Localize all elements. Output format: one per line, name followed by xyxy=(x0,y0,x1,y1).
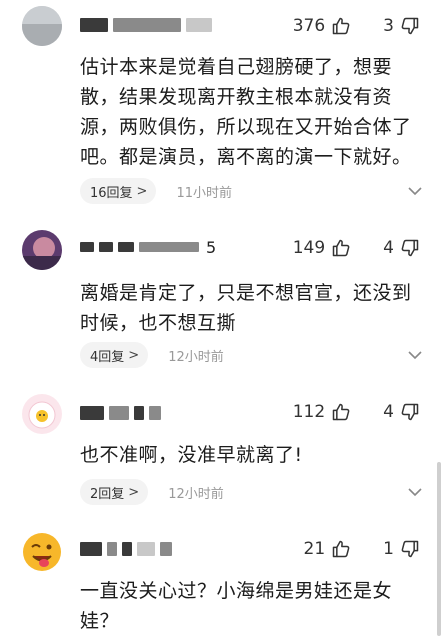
chevron-right-icon: > xyxy=(136,183,148,199)
chevron-down-icon[interactable] xyxy=(408,487,422,497)
like-count: 376 xyxy=(292,16,326,36)
replies-label: 16回复 xyxy=(90,185,133,201)
chevron-down-icon[interactable] xyxy=(408,350,422,360)
comment-text: 也不准啊，没准早就离了! xyxy=(80,444,303,466)
username-mask xyxy=(137,542,155,556)
avatar-image xyxy=(22,394,62,434)
comment-meta: 2回复 > 12小时前 xyxy=(80,479,422,505)
comment-stats: 21 1 xyxy=(304,537,422,561)
username-mask xyxy=(107,542,117,556)
username-mask xyxy=(139,242,199,252)
dislike-count: 1 xyxy=(383,539,394,559)
thumbs-up-icon[interactable] xyxy=(329,537,353,561)
avatar-image xyxy=(22,230,62,270)
comment-meta: 4回复 > 12小时前 xyxy=(80,342,422,368)
username-mask xyxy=(122,542,132,556)
avatar[interactable] xyxy=(22,394,62,434)
username-mask xyxy=(80,406,104,420)
username-mask xyxy=(113,18,181,32)
avatar[interactable] xyxy=(22,6,62,46)
username-mask xyxy=(134,406,144,420)
chevron-down-icon[interactable] xyxy=(408,186,422,196)
username-mask xyxy=(149,406,161,420)
username-mask xyxy=(80,18,108,32)
thumbs-down-icon[interactable] xyxy=(398,14,422,38)
replies-label: 2回复 xyxy=(90,486,125,502)
avatar-image xyxy=(22,6,62,46)
comment-meta: 16回复 > 11小时前 xyxy=(80,178,422,204)
timestamp: 12小时前 xyxy=(168,349,224,365)
dislike-count: 4 xyxy=(383,402,394,422)
comment-stats: 112 4 xyxy=(293,400,422,424)
username-mask xyxy=(80,542,102,556)
username[interactable] xyxy=(80,402,161,424)
thumbs-up-icon[interactable] xyxy=(329,14,353,38)
thumbs-down-icon[interactable] xyxy=(398,400,422,424)
dislike-count: 3 xyxy=(383,16,394,36)
timestamp: 12小时前 xyxy=(168,486,224,502)
username-mask xyxy=(80,242,94,252)
replies-label: 4回复 xyxy=(90,349,125,365)
thumbs-down-icon[interactable] xyxy=(398,236,422,260)
thumbs-up-icon[interactable] xyxy=(329,400,353,424)
like-count: 149 xyxy=(292,238,326,258)
scrollbar[interactable] xyxy=(437,462,441,636)
username-mask xyxy=(109,406,129,420)
username-mask xyxy=(118,242,134,252)
username-mask xyxy=(186,18,212,32)
like-count: 21 xyxy=(303,539,326,559)
username[interactable] xyxy=(80,14,212,36)
username[interactable]: 5 xyxy=(80,236,216,258)
dislike-count: 4 xyxy=(383,238,394,258)
thumbs-up-icon[interactable] xyxy=(329,236,353,260)
emoji-avatar-icon xyxy=(23,533,61,571)
username-mask xyxy=(160,542,172,556)
comment-text: 离婚是肯定了，只是不想官宣，还没到时候，也不想互撕 xyxy=(80,282,412,334)
replies-button[interactable]: 4回复 > xyxy=(80,342,149,368)
chevron-right-icon: > xyxy=(128,484,140,500)
replies-button[interactable]: 16回复 > xyxy=(80,178,157,204)
replies-button[interactable]: 2回复 > xyxy=(80,479,149,505)
avatar[interactable] xyxy=(22,230,62,270)
comment-stats: 376 3 xyxy=(293,14,422,38)
comment-text: 一直没关心过？小海绵是男娃还是女娃？ xyxy=(80,580,393,632)
thumbs-down-icon[interactable] xyxy=(398,537,422,561)
avatar[interactable] xyxy=(22,532,62,572)
username[interactable] xyxy=(80,538,172,560)
comment-stats: 149 4 xyxy=(293,236,422,260)
like-count: 112 xyxy=(292,402,326,422)
chevron-right-icon: > xyxy=(128,347,140,363)
timestamp: 11小时前 xyxy=(176,185,232,201)
username-text: 5 xyxy=(206,237,217,257)
comment-text: 估计本来是觉着自己翅膀硬了，想要散，结果发现离开教主根本就没有资源，两败俱伤，所… xyxy=(80,56,412,168)
username-mask xyxy=(99,242,113,252)
